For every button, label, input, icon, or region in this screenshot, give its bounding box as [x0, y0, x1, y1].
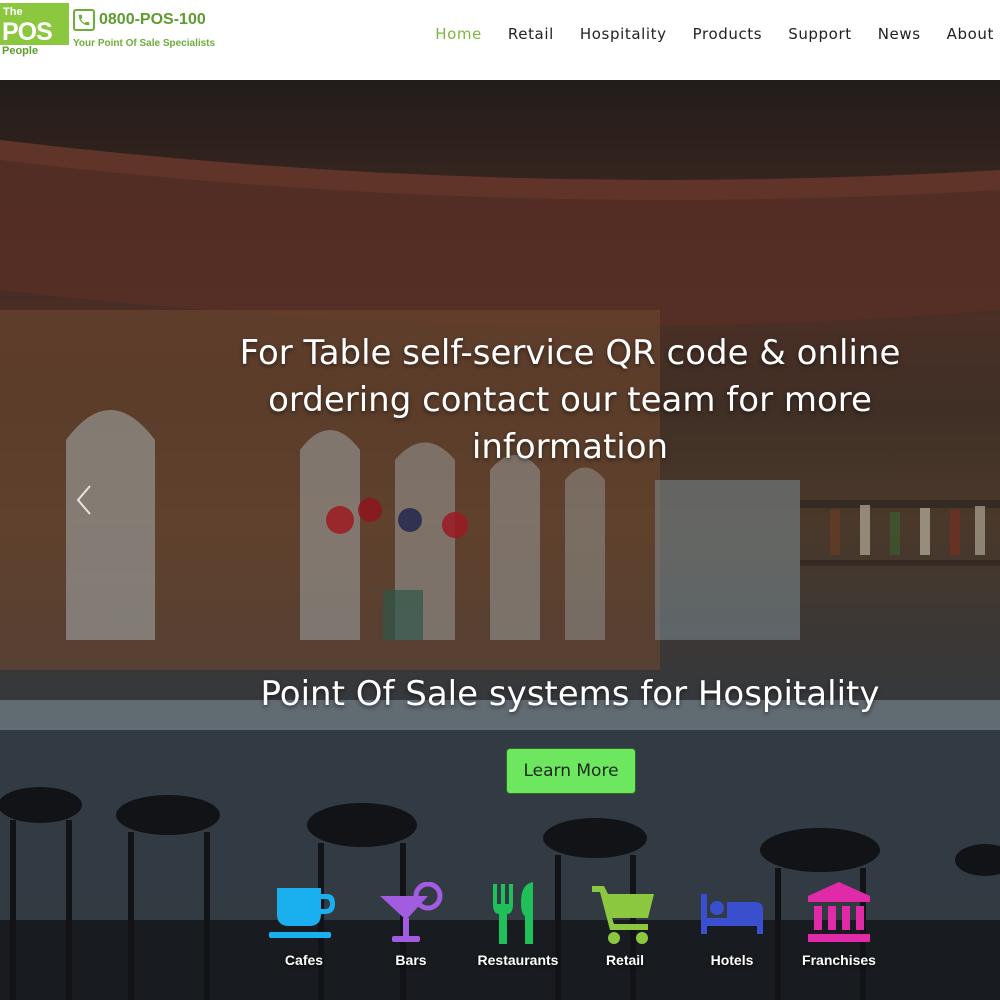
logo-the-text: The [3, 6, 23, 18]
hero-subheadline: Point Of Sale systems for Hospitality [260, 674, 880, 714]
nav-about[interactable]: About [947, 24, 994, 44]
nav-home[interactable]: Home [435, 24, 482, 44]
hero-headline: For Table self-service QR code & online … [239, 333, 901, 467]
main-nav: Home Retail Hospitality Products Support… [409, 24, 994, 44]
category-retail[interactable]: Retail [570, 882, 680, 968]
category-restaurants[interactable]: Restaurants [463, 882, 573, 968]
category-label: Franchises [802, 952, 876, 968]
coffee-cup-icon [269, 888, 335, 938]
hero-banner: For Table self-service QR code & online … [0, 80, 1000, 1000]
site-header: The POS People 0800-POS-100 Your Point O… [0, 0, 1000, 80]
logo-people-text: People [2, 45, 39, 57]
chevron-left-icon[interactable] [72, 482, 96, 518]
logo[interactable]: The POS [0, 3, 69, 45]
bed-icon [701, 894, 763, 934]
category-label: Hotels [710, 952, 754, 968]
cocktail-glass-icon [380, 882, 443, 942]
nav-products[interactable]: Products [693, 24, 763, 44]
category-label: Retail [605, 952, 645, 968]
category-cafes[interactable]: Cafes [249, 882, 359, 968]
bank-building-icon [808, 882, 870, 942]
nav-hospitality[interactable]: Hospitality [580, 24, 667, 44]
tagline: Your Point Of Sale Specialists [73, 38, 216, 49]
category-bars[interactable]: Bars [356, 882, 466, 968]
phone-icon [73, 9, 95, 31]
category-label: Cafes [284, 952, 324, 968]
hero-overlay [0, 80, 1000, 1000]
nav-support[interactable]: Support [788, 24, 852, 44]
category-franchises[interactable]: Franchises [784, 882, 894, 968]
shopping-cart-icon [592, 886, 654, 944]
nav-retail[interactable]: Retail [508, 24, 554, 44]
logo-pos-text: POS [2, 18, 53, 46]
phone-number[interactable]: 0800-POS-100 [99, 10, 206, 30]
category-label: Bars [395, 952, 427, 968]
category-hotels[interactable]: Hotels [677, 882, 787, 968]
nav-news[interactable]: News [878, 24, 921, 44]
category-label: Restaurants [477, 952, 559, 968]
learn-more-button[interactable]: Learn More [506, 748, 636, 794]
fork-knife-icon [493, 882, 533, 944]
